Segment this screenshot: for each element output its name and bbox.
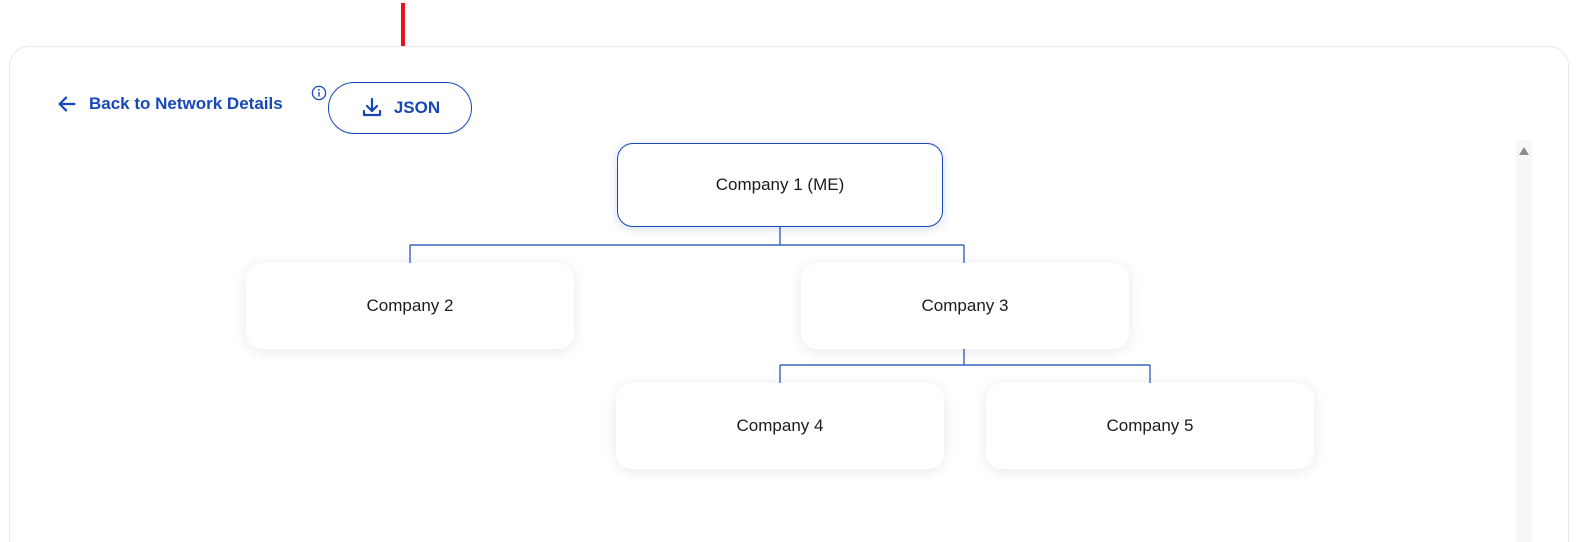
tree-node[interactable]: Company 3 (801, 263, 1129, 349)
node-label: Company 1 (ME) (715, 175, 845, 194)
back-to-network-details-link[interactable]: Back to Network Details (56, 92, 283, 116)
node-label: Company 4 (736, 416, 824, 435)
download-json-button[interactable]: JSON (328, 82, 472, 134)
vertical-scrollbar[interactable] (1516, 140, 1532, 542)
tree-node-root[interactable]: Company 1 (ME) (617, 143, 943, 227)
node-label: Company 2 (366, 296, 454, 315)
arrow-left-icon (58, 96, 76, 112)
node-label: Company 3 (921, 296, 1009, 315)
download-icon (362, 97, 381, 117)
tree-node[interactable]: Company 4 (616, 383, 944, 469)
tree-node[interactable]: Company 5 (986, 383, 1314, 469)
caret-up-icon[interactable] (1518, 146, 1530, 156)
node-label: Company 5 (1106, 416, 1194, 435)
tree-node[interactable]: Company 2 (246, 263, 574, 349)
back-link-label: Back to Network Details (89, 94, 283, 113)
info-icon[interactable] (311, 85, 327, 101)
json-button-label: JSON (393, 98, 441, 117)
